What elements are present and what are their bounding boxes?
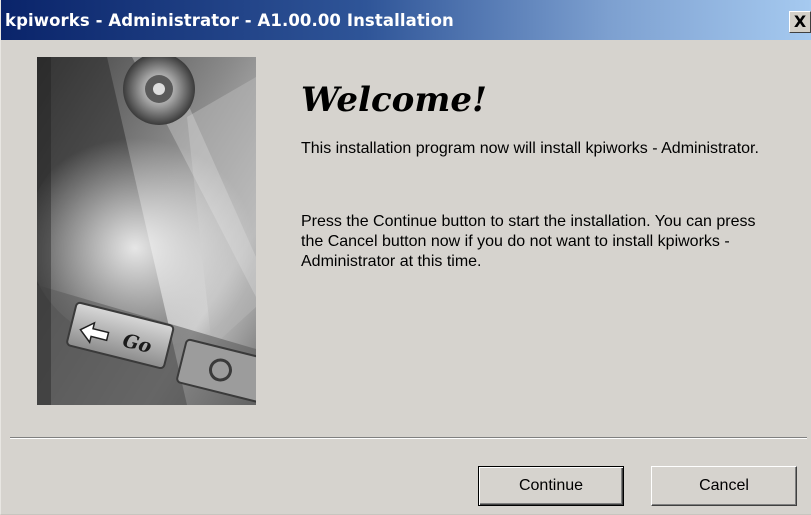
intro-text: This installation program now will insta… (301, 140, 759, 157)
close-button[interactable]: X (789, 11, 811, 33)
installer-dialog: kpiworks - Administrator - A1.00.00 Inst… (0, 0, 811, 515)
cancel-button[interactable]: Cancel (651, 466, 797, 506)
title-bar[interactable]: kpiworks - Administrator - A1.00.00 Inst… (1, 0, 811, 40)
hero-image: Go (37, 57, 256, 405)
hero-illustration: Go (37, 57, 256, 405)
close-icon: X (793, 12, 807, 31)
window-title: kpiworks - Administrator - A1.00.00 Inst… (5, 11, 454, 30)
separator (10, 437, 807, 439)
continue-button[interactable]: Continue (478, 466, 624, 506)
instructions-text: Press the Continue button to start the i… (301, 213, 756, 270)
welcome-heading: Welcome! (301, 80, 487, 120)
